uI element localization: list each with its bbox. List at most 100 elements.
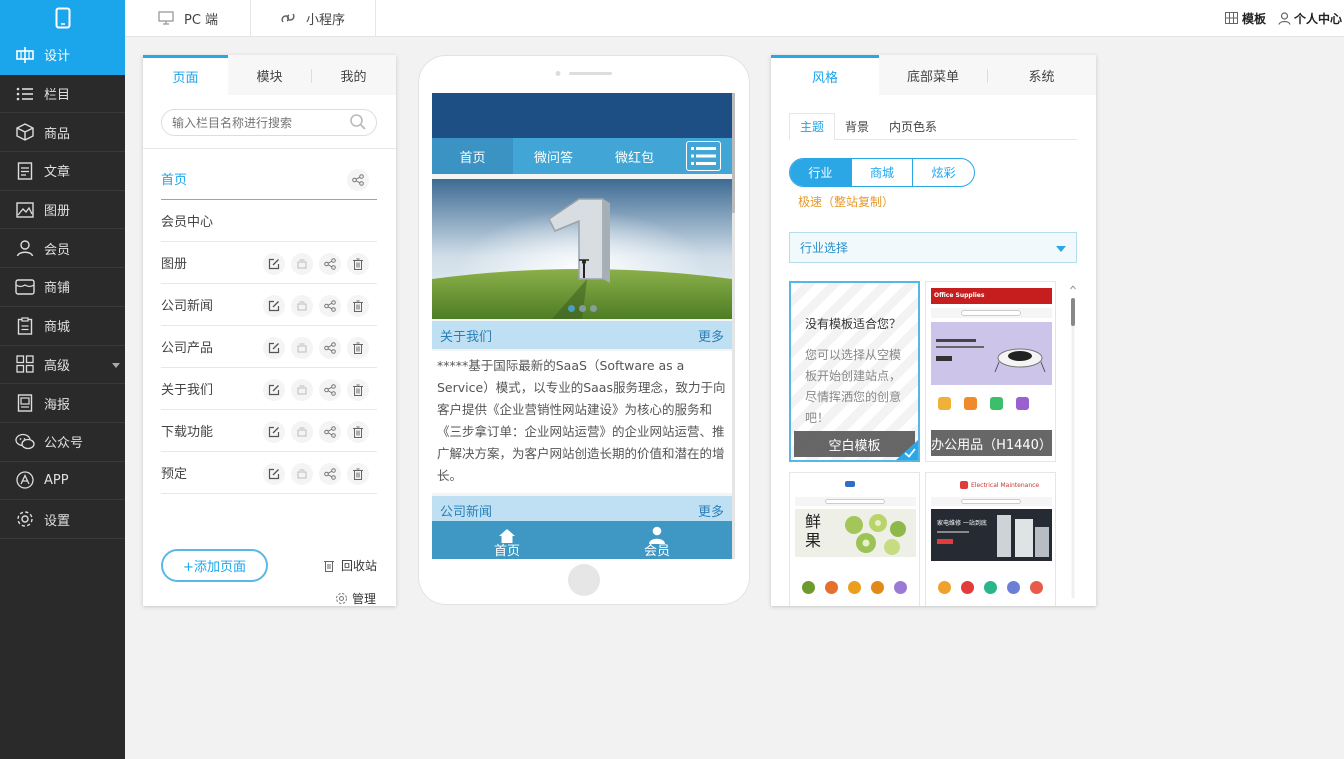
site-nav-home[interactable]: 首页 [432, 138, 513, 174]
page-row-booking[interactable]: 预定 [161, 452, 377, 494]
delete-button[interactable] [347, 337, 369, 359]
sidebar-item-shops[interactable]: 商铺 [0, 268, 125, 307]
page-search-input[interactable] [161, 109, 377, 136]
delete-button[interactable] [347, 253, 369, 275]
template-link[interactable]: 模板 [1225, 0, 1266, 36]
design-icon [15, 45, 35, 65]
delete-button[interactable] [347, 295, 369, 317]
tab-pc[interactable]: PC 端 [125, 0, 251, 36]
edit-button[interactable] [263, 421, 285, 443]
site-nav-qa[interactable]: 微问答 [513, 138, 594, 174]
sidebar-item-mall[interactable]: 商城 [0, 307, 125, 346]
segment-colorful[interactable]: 炫彩 [913, 159, 974, 186]
page-row-home[interactable]: 首页 [161, 158, 377, 200]
copy-button[interactable] [291, 337, 313, 359]
page-row-download[interactable]: 下载功能 [161, 410, 377, 452]
share-button[interactable] [319, 463, 341, 485]
sidebar-item-articles[interactable]: 文章 [0, 152, 125, 191]
copy-icon [297, 427, 307, 437]
edit-button[interactable] [263, 295, 285, 317]
banner-image[interactable] [432, 179, 732, 319]
edit-button[interactable] [263, 463, 285, 485]
template-office-supplies[interactable]: Office Supplies 办公用品（H1440） [925, 281, 1056, 462]
page-row-label: 关于我们 [161, 383, 214, 398]
tab-mine[interactable]: 我的 [311, 55, 396, 95]
template-fresh-fruit[interactable]: 鲜果 [789, 472, 920, 606]
tab-modules[interactable]: 模块 [228, 55, 311, 95]
tab-pages[interactable]: 页面 [143, 55, 228, 95]
user-center-link[interactable]: 个人中心 [1278, 0, 1342, 36]
sidebar-item-official-account[interactable]: 公众号 [0, 423, 125, 462]
sidebar-item-columns[interactable]: 栏目 [0, 75, 125, 114]
template-thumb-title: 家电维修 一站到底 [937, 520, 987, 527]
site-nav-red-packet[interactable]: 微红包 [594, 138, 675, 174]
page-row-album[interactable]: 图册 [161, 242, 377, 284]
sidebar-item-app[interactable]: APP [0, 462, 125, 501]
tab-style[interactable]: 风格 [771, 55, 879, 95]
add-page-button[interactable]: +添加页面 [161, 549, 268, 582]
copy-button[interactable] [291, 295, 313, 317]
sidebar-item-poster[interactable]: 海报 [0, 384, 125, 423]
share-button[interactable] [319, 421, 341, 443]
more-link[interactable]: 更多 [698, 501, 724, 520]
phone-preview: 首页 微问答 微红包 关于我们 更多 *****基于国际最新的SaaS（Soft… [418, 55, 750, 605]
template-electrical-maintenance[interactable]: Electrical Maintenance 家电维修 一站到底 [925, 472, 1056, 606]
sidebar-item-label: 设置 [44, 513, 71, 529]
template-scrollbar[interactable] [1070, 283, 1076, 603]
copy-button[interactable] [291, 253, 313, 275]
tab-bottom-menu[interactable]: 底部菜单 [879, 55, 987, 95]
tab-system[interactable]: 系统 [987, 55, 1096, 95]
industry-select[interactable]: 行业选择 [789, 232, 1077, 263]
phone-scrollbar-thumb[interactable] [732, 93, 735, 213]
sidebar-item-products[interactable]: 商品 [0, 113, 125, 153]
segment-mall[interactable]: 商城 [852, 159, 914, 186]
share-button[interactable] [319, 379, 341, 401]
edit-button[interactable] [263, 253, 285, 275]
delete-button[interactable] [347, 421, 369, 443]
share-button[interactable] [347, 169, 369, 191]
share-button[interactable] [319, 337, 341, 359]
copy-button[interactable] [291, 379, 313, 401]
page-row-about-us[interactable]: 关于我们 [161, 368, 377, 410]
template-blank[interactable]: 没有模板适合您？ 您可以选择从空模板开始创建站点，尽情挥洒您的创意吧！ 空白模板 [789, 281, 920, 462]
template-thumb-icons [938, 397, 1029, 410]
recycle-bin-link[interactable]: 回收站 [323, 557, 377, 574]
sidebar-item-label: 文章 [44, 165, 71, 181]
tab-mini-program[interactable]: 小程序 [251, 0, 376, 36]
more-link[interactable]: 更多 [698, 326, 724, 345]
sidebar-item-members[interactable]: 会员 [0, 229, 125, 269]
delete-button[interactable] [347, 379, 369, 401]
phone-screen: 首页 微问答 微红包 关于我们 更多 *****基于国际最新的SaaS（Soft… [432, 93, 735, 559]
share-button[interactable] [319, 295, 341, 317]
bottom-tab-home[interactable]: 首页 [432, 521, 582, 559]
store-icon [15, 277, 35, 297]
search-icon[interactable] [349, 113, 367, 131]
banner-dot[interactable] [590, 305, 597, 312]
banner-dot[interactable] [568, 305, 575, 312]
sidebar-item-albums[interactable]: 图册 [0, 191, 125, 230]
share-button[interactable] [319, 253, 341, 275]
delete-button[interactable] [347, 463, 369, 485]
page-row-company-news[interactable]: 公司新闻 [161, 284, 377, 326]
site-menu-button[interactable] [686, 141, 721, 171]
sidebar-item-design[interactable]: 设计 [0, 36, 125, 75]
copy-button[interactable] [291, 421, 313, 443]
trash-icon [353, 384, 363, 396]
subtab-background[interactable]: 背景 [835, 113, 879, 140]
subtab-inner-color[interactable]: 内页色系 [879, 113, 947, 140]
sidebar-item-advanced[interactable]: 高级 [0, 346, 125, 385]
banner-dot[interactable] [579, 305, 586, 312]
page-row-company-products[interactable]: 公司产品 [161, 326, 377, 368]
site-header[interactable] [432, 93, 735, 138]
subtab-theme[interactable]: 主题 [789, 113, 836, 140]
copy-button[interactable] [291, 463, 313, 485]
edit-button[interactable] [263, 337, 285, 359]
edit-button[interactable] [263, 379, 285, 401]
segment-industry[interactable]: 行业 [790, 159, 852, 186]
manage-link[interactable]: 管理 [335, 590, 376, 607]
fast-copy-link[interactable]: 极速（整站复制） [798, 193, 894, 210]
bottom-tab-member[interactable]: 会员 [582, 521, 732, 559]
page-row-member-center[interactable]: 会员中心 [161, 200, 377, 242]
sidebar-item-settings[interactable]: 设置 [0, 500, 125, 539]
mobile-logo[interactable] [0, 0, 125, 36]
